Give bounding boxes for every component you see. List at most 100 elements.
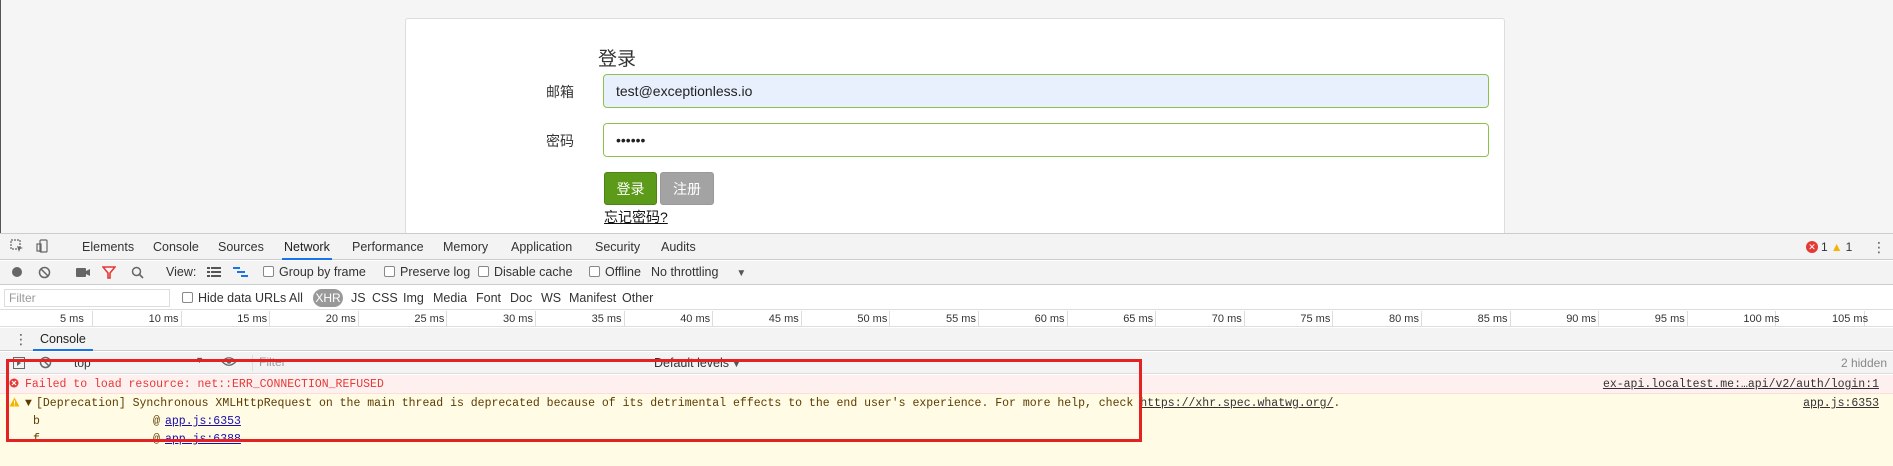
email-value: test@exceptionless.io [616,83,753,99]
tab-audits[interactable]: Audits [659,234,698,260]
type-img[interactable]: Img [403,291,424,305]
timeline-gridline [889,311,891,326]
tab-memory[interactable]: Memory [441,234,490,260]
timeline-gridline [978,311,979,326]
timeline-tick-label: 60 ms [1034,313,1065,325]
checkbox-box [384,266,395,277]
timeline-tick-label: 105 ms [1832,313,1869,325]
timeline-gridline [535,311,536,326]
drawer-tab-console[interactable]: Console [33,328,93,351]
checkbox-box [589,266,600,277]
warning-source-link[interactable]: app.js:6353 [1803,397,1879,410]
timeline-gridline [1509,311,1511,326]
hide-data-urls-checkbox[interactable]: Hide data URLs [182,291,286,305]
hide-data-urls-label: Hide data URLs [198,291,287,305]
throttling-select[interactable]: No throttling ▼ [651,265,746,279]
xhr-spec-link[interactable]: https://xhr.spec.whatwg.org/ [1140,397,1333,410]
chevron-down-icon: ▼ [736,268,747,279]
type-xhr[interactable]: XHR [313,289,343,307]
type-ws[interactable]: WS [541,291,561,305]
timeline-gridline [92,311,93,326]
timeline-gridline [446,311,448,326]
error-count: 1 [1821,240,1828,254]
login-button[interactable]: 登录 [604,172,657,205]
type-other[interactable]: Other [622,291,653,305]
warning-count: 1 [1845,240,1853,254]
timeline-tick-label: 20 ms [325,313,356,325]
network-toolbar: View: Group by frame Preserve log Disabl… [0,261,1893,285]
search-icon[interactable] [131,266,144,282]
warning-icon: ▲ [1830,240,1843,254]
network-timeline-overview[interactable]: 5 ms 10 ms 15 ms 20 ms 25 ms 30 ms 35 ms 40 ms 4… [0,311,1893,327]
email-label: 邮箱 [546,84,574,100]
register-button[interactable]: 注册 [660,172,714,205]
tab-console[interactable]: Console [151,234,201,260]
type-font[interactable]: Font [476,291,501,305]
drawer-header: ⋮ Console [0,328,1893,351]
preserve-log-label: Preserve log [400,265,471,279]
timeline-gridline [180,311,182,326]
password-field[interactable]: •••••• [603,123,1489,157]
timeline-tick-label: 45 ms [768,313,799,325]
offline-checkbox[interactable]: Offline [589,265,641,279]
large-rows-icon[interactable] [207,267,221,281]
disable-cache-checkbox[interactable]: Disable cache [478,265,573,279]
timeline-gridline [1686,311,1688,326]
timeline-tick-label: 30 ms [503,313,533,325]
checkbox-box [182,292,193,303]
timeline-gridline [1243,311,1245,326]
network-filter-placeholder: Filter [9,291,36,305]
drawer-menu-icon[interactable]: ⋮ [14,331,28,348]
type-all[interactable]: All [289,291,303,305]
timeline-tick-label: 25 ms [414,313,445,325]
timeline-gridline [1421,311,1422,326]
record-icon[interactable] [11,266,23,281]
timeline-tick-label: 40 ms [680,313,711,325]
timeline-tick-label: 85 ms [1477,313,1508,325]
network-filterbar: Filter Hide data URLs All XHR JS CSS Img… [0,286,1893,310]
type-css[interactable]: CSS [372,291,398,305]
tab-security[interactable]: Security [593,234,642,260]
forgot-password-link[interactable]: 忘记密码? [604,207,668,227]
waterfall-overview-icon[interactable] [233,267,248,281]
warning-period: . [1333,397,1341,410]
issue-counter[interactable]: ✕ 1 ▲ 1 [1806,240,1852,254]
tab-application[interactable]: Application [509,234,574,260]
timeline-tick-label: 15 ms [237,313,268,325]
highlight-annotation-box [6,359,1142,442]
type-media[interactable]: Media [433,291,467,305]
type-doc[interactable]: Doc [510,291,532,305]
network-filter-input[interactable]: Filter [4,289,170,307]
preserve-log-checkbox[interactable]: Preserve log [384,265,470,279]
type-manifest[interactable]: Manifest [569,291,616,305]
filter-funnel-icon[interactable] [101,266,117,282]
error-source-link[interactable]: ex-api.localtest.me:…api/v2/auth/login:1 [1603,378,1879,391]
error-icon: ✕ [1806,241,1818,253]
checkbox-box [478,266,489,277]
tab-network[interactable]: Network [282,234,332,260]
password-value: •••••• [616,132,646,148]
timeline-tick-label: 100 ms [1743,313,1780,325]
device-toolbar-icon[interactable] [35,239,51,255]
group-by-frame-checkbox[interactable]: Group by frame [263,265,366,279]
inspect-element-icon[interactable] [9,239,25,255]
timeline-gridline [800,311,802,326]
email-field[interactable]: test@exceptionless.io [603,74,1489,108]
disable-cache-label: Disable cache [494,265,573,279]
screenshot-camera-icon[interactable] [76,267,90,281]
timeline-gridline [269,311,271,326]
timeline-tick-label: 90 ms [1566,313,1597,325]
timeline-gridline [1598,311,1600,326]
timeline-tick-label: 95 ms [1654,313,1685,325]
timeline-tick-label: 75 ms [1300,313,1331,325]
throttling-value: No throttling [651,265,719,279]
timeline-gridline [1332,311,1334,326]
clear-icon[interactable] [38,266,51,282]
tab-sources[interactable]: Sources [216,234,266,260]
timeline-tick-label: 10 ms [148,313,179,325]
type-js[interactable]: JS [351,291,366,305]
devtools-menu-icon[interactable]: ⋮ [1872,239,1886,256]
timeline-tick-label: 5 ms [60,313,84,325]
tab-performance[interactable]: Performance [350,234,426,260]
tab-elements[interactable]: Elements [80,234,136,260]
